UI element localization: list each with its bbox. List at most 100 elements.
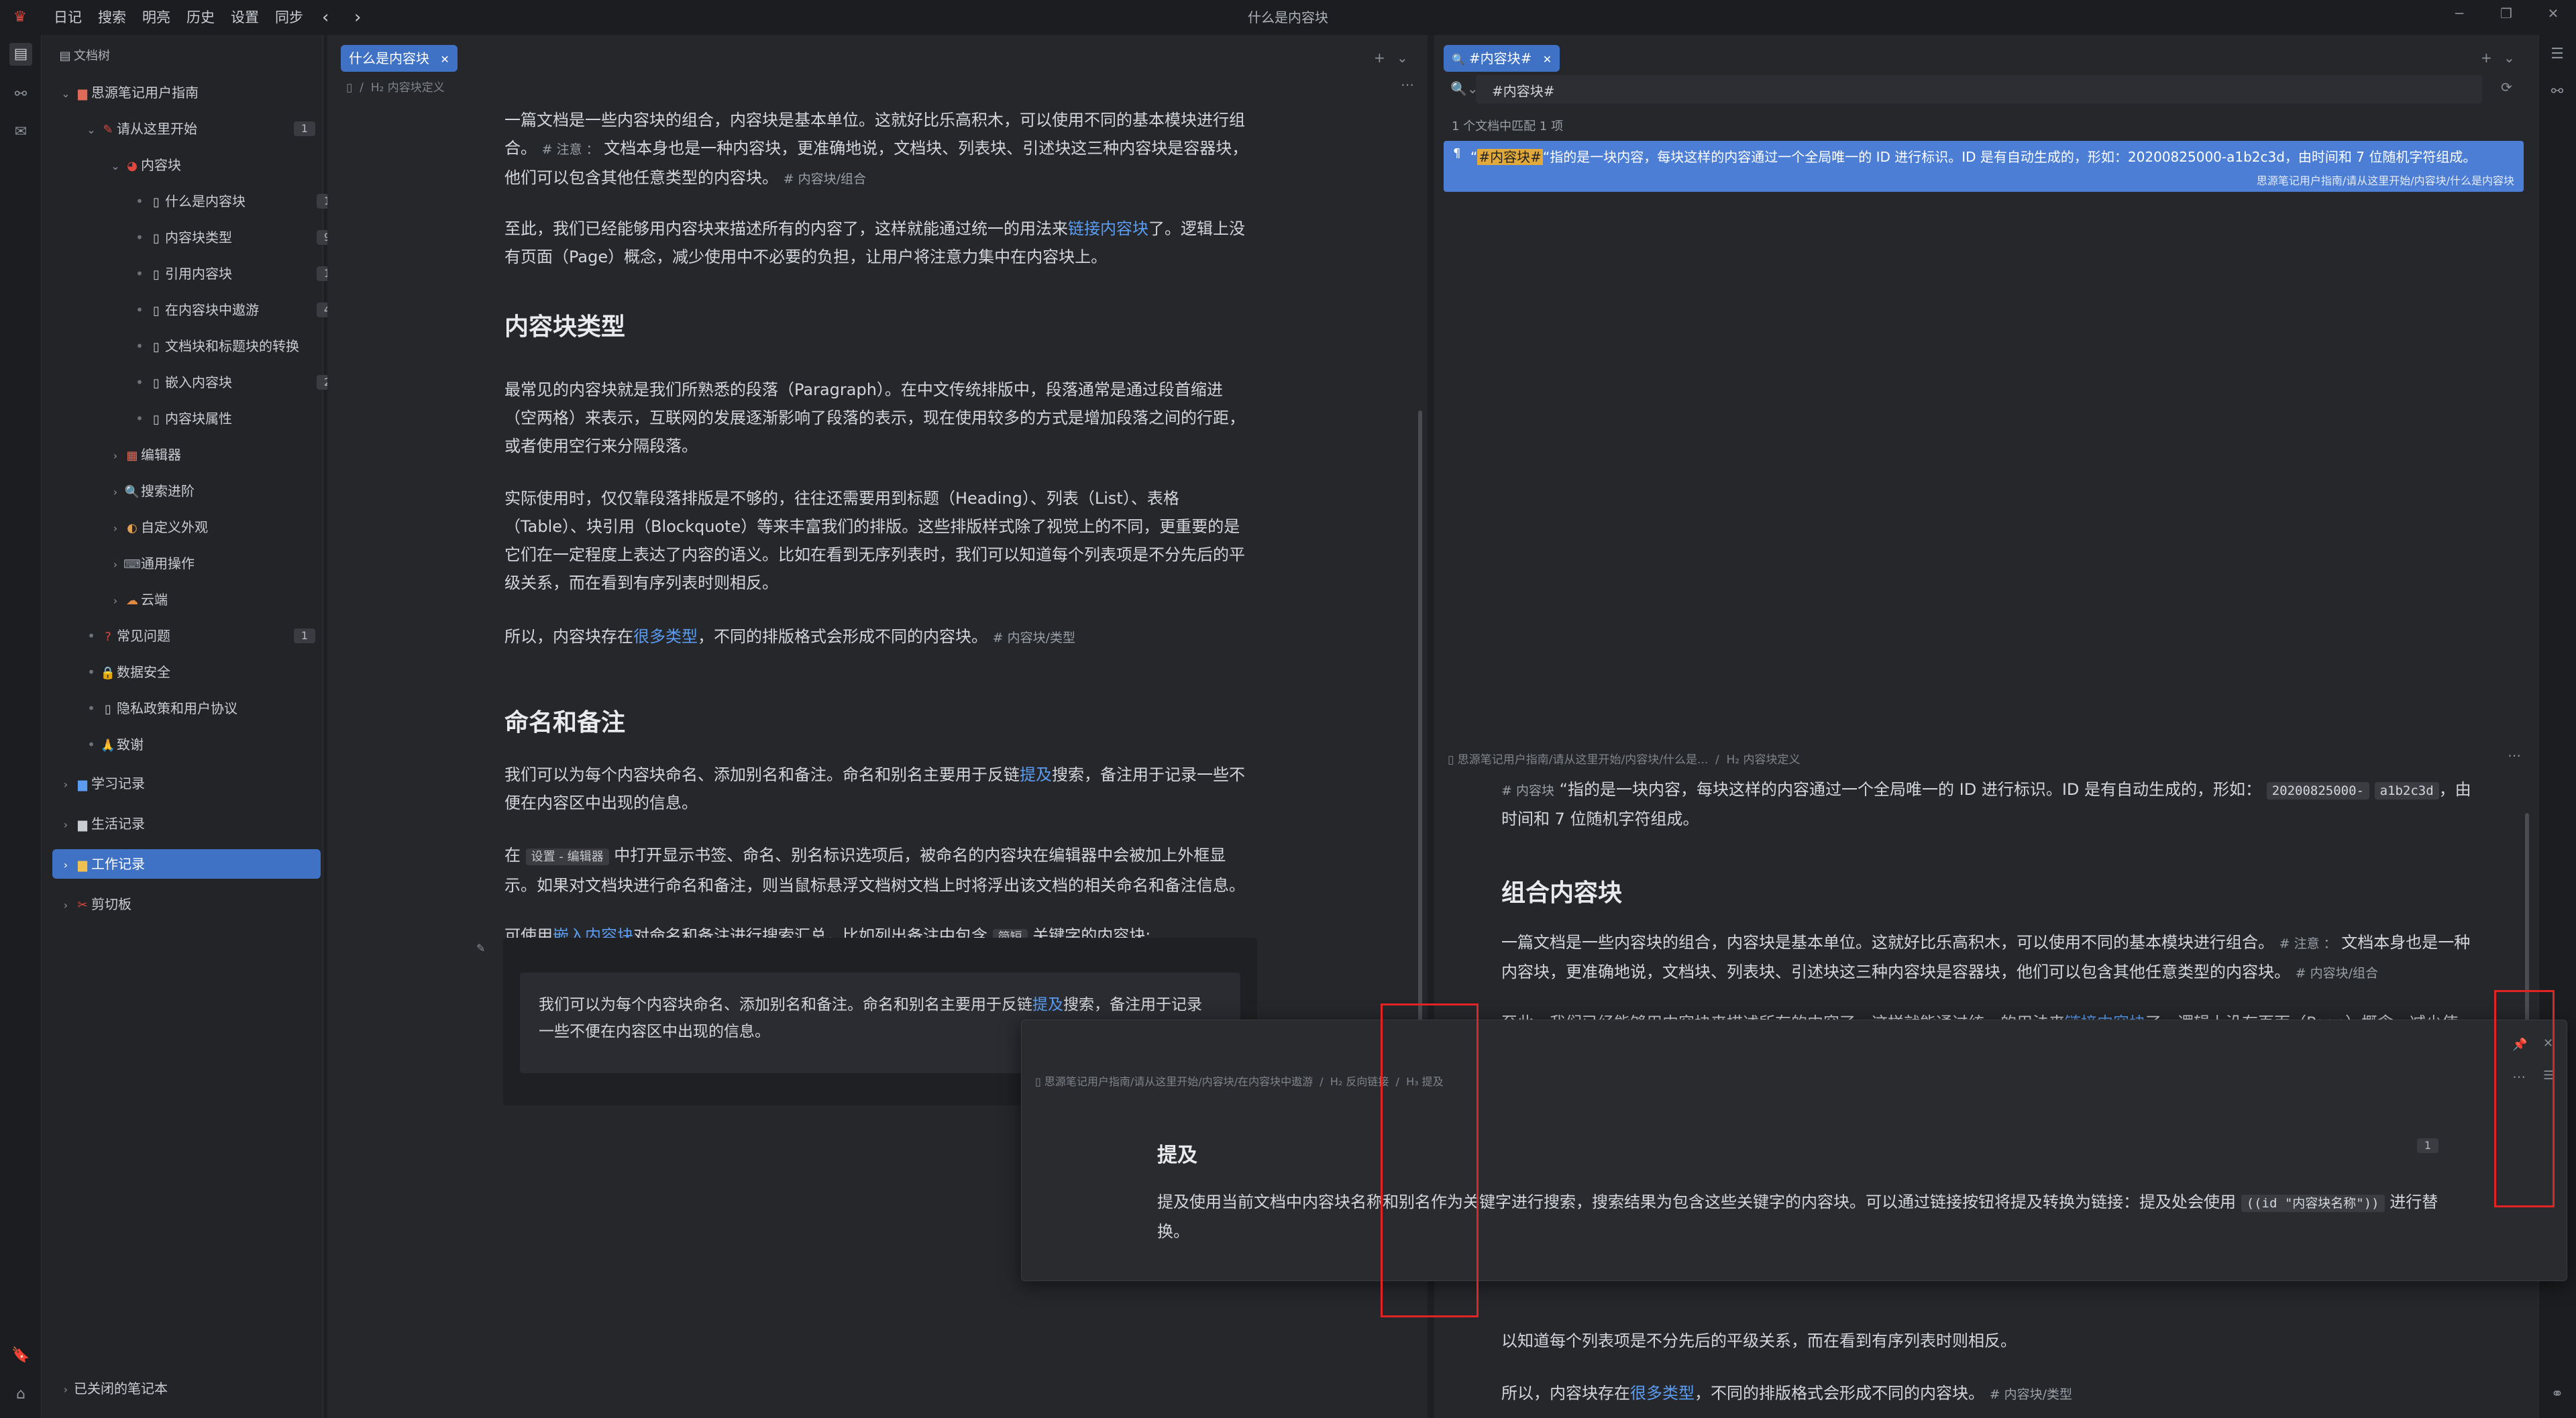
tree-item-ref-block[interactable]: •▯引用内容块1 xyxy=(131,259,349,288)
preview-heading-compose[interactable]: 组合内容块 xyxy=(1501,873,1622,908)
heading-naming[interactable]: 命名和备注 xyxy=(504,703,625,738)
tree-item-editor[interactable]: › ▦ 编辑器 xyxy=(107,440,181,470)
embed-edit-icon[interactable]: ✎ xyxy=(476,942,485,955)
chevron-right-icon[interactable]: › xyxy=(107,550,123,580)
doc-icon: ▯ xyxy=(153,231,160,246)
tree-item-life[interactable]: › ▆ 生活记录 xyxy=(58,809,145,838)
tree-item-cloud[interactable]: › ☁ 云端 xyxy=(107,585,168,614)
breadcrumb[interactable]: ▯ / H₂ 内容块定义 xyxy=(346,78,445,95)
chevron-right-icon[interactable]: › xyxy=(107,586,123,616)
chevron-right-icon[interactable]: › xyxy=(58,770,74,800)
filetree-dock-icon[interactable]: ▤ xyxy=(9,43,32,66)
chevron-right-icon[interactable]: › xyxy=(107,478,123,507)
tree-item-start[interactable]: ⌄ ✎ 请从这里开始 1 xyxy=(83,114,350,144)
close-tab-icon[interactable]: ✕ xyxy=(440,53,449,66)
paragraph-naming-1[interactable]: 我们可以为每个内容块命名、添加别名和备注。命名和别名主要用于反链提及搜索，备注用… xyxy=(504,761,1253,817)
tree-item-block-types[interactable]: •▯内容块类型9 xyxy=(131,223,349,252)
editor-scrollbar[interactable] xyxy=(1418,411,1422,1095)
notebook-icon: ▆ xyxy=(78,87,87,101)
paragraph-naming-2[interactable]: 在 设置 - 编辑器 中打开显示书签、命名、别名标识选项后，被命名的内容块在编辑… xyxy=(504,841,1253,899)
search-result-item[interactable]: ¶ “#内容块# “指的是一块内容，每块这样的内容通过一个全局唯一的 ID 进行标… xyxy=(1444,141,2524,192)
link-embed-mention[interactable]: 提及 xyxy=(1032,996,1063,1014)
paragraph-compose[interactable]: 一篇文档是一些内容块的组合，内容块是基本单位。这就好比乐高积木，可以使用不同的基… xyxy=(504,106,1253,193)
chevron-right-icon[interactable]: › xyxy=(58,1375,74,1405)
tree-item-study[interactable]: › ▆ 学习记录 xyxy=(58,769,145,798)
outline-dock-icon[interactable]: ☰ xyxy=(2546,43,2569,66)
refresh-icon[interactable]: ⟳ xyxy=(2501,79,2512,95)
palette-icon: ◐ xyxy=(127,521,138,535)
chevron-right-icon[interactable]: › xyxy=(107,514,123,543)
hover-popup[interactable]: ▯ 思源笔记用户指南/请从这里开始/内容块/在内容块中遨游 / H₂ 反向链接 … xyxy=(1021,1020,2567,1281)
tree-item-block[interactable]: ⌄ ◕ 内容块 xyxy=(107,150,349,180)
link-mention[interactable]: 提及 xyxy=(1020,765,1052,784)
graph-dock-icon-right[interactable]: ⚯ xyxy=(2546,80,2569,103)
chevron-right-icon[interactable]: › xyxy=(58,891,74,920)
bookmark-dock-icon[interactable]: 🔖 xyxy=(9,1344,32,1367)
tree-item-search-adv[interactable]: › 🔍搜索进阶 xyxy=(107,476,195,506)
heading-block-types[interactable]: 内容块类型 xyxy=(504,307,625,342)
tree-item-embed[interactable]: •▯嵌入内容块2 xyxy=(131,368,349,397)
paragraph-types-3[interactable]: 所以，内容块存在很多类型，不同的排版格式会形成不同的内容块。 # 内容块/类型 xyxy=(504,622,1253,652)
preview-breadcrumb[interactable]: ▯ 思源笔记用户指南/请从这里开始/内容块/什么是... / H₂ 内容块定义 xyxy=(1448,750,1801,767)
tree-item-doc-heading[interactable]: • ▯ 文档块和标题块的转换 xyxy=(131,331,349,361)
chevron-down-icon[interactable]: ⌄ xyxy=(107,152,123,181)
chevron-down-icon[interactable]: ⌄ xyxy=(2504,50,2515,66)
link-ref-block[interactable]: 链接内容块 xyxy=(1068,219,1148,238)
tree-item-work[interactable]: › ▆ 工作记录 xyxy=(52,849,321,879)
tree-item-guide[interactable]: ⌄ ▆ 思源笔记用户指南 xyxy=(58,78,313,107)
search-input[interactable]: #内容块# xyxy=(1476,75,2482,103)
chevron-down-icon[interactable]: ⌄ xyxy=(58,79,74,109)
title-bar: ♛ 日记 搜索 明亮 历史 设置 同步 ‹ › 什么是内容块 ─ ❐ ✕ xyxy=(0,0,2576,35)
popup-heading[interactable]: 提及 xyxy=(1157,1138,1197,1168)
tree-item-general[interactable]: › ⌨通用操作 xyxy=(107,549,195,578)
tree-item-clipboard[interactable]: › ✂ 剪切板 xyxy=(58,889,131,919)
link-many-types[interactable]: 很多类型 xyxy=(633,627,698,646)
keyboard-icon: ⌨ xyxy=(123,557,141,571)
graph-dock-icon[interactable]: ⚯ xyxy=(9,83,32,106)
chevron-down-icon[interactable]: ⌄ xyxy=(1397,50,1408,66)
more-icon[interactable]: ⋯ xyxy=(1401,76,1414,93)
chevron-right-icon[interactable]: › xyxy=(58,851,74,880)
inbox-dock-icon[interactable]: ✉ xyxy=(9,121,32,144)
chevron-down-icon[interactable]: ⌄ xyxy=(83,115,99,145)
maximize-icon[interactable]: ❐ xyxy=(2493,0,2520,27)
minimize-icon[interactable]: ─ xyxy=(2446,0,2473,27)
search-options-icon[interactable]: 🔍⌄ xyxy=(1450,80,1479,97)
close-window-icon[interactable]: ✕ xyxy=(2540,0,2567,27)
close-tab-icon[interactable]: ✕ xyxy=(1543,53,1552,66)
tag-dock-icon[interactable]: ⌂ xyxy=(9,1383,32,1406)
tree-item-thanks[interactable]: • 🙏致谢 xyxy=(83,730,144,759)
tree-item-faq[interactable]: •? 常见问题 1 xyxy=(83,621,350,651)
paragraph-types-2[interactable]: 实际使用时，仅仅靠段落排版是不够的，往往还需要用到标题（Heading）、列表（… xyxy=(504,484,1253,597)
editor-icon: ▦ xyxy=(126,449,138,463)
search-result-text: “#内容块# “指的是一块内容，每块这样的内容通过一个全局唯一的 ID 进行标识。… xyxy=(1470,149,2477,165)
preview-definition[interactable]: # 内容块 “指的是一块内容，每块这样的内容通过一个全局唯一的 ID 进行标识。… xyxy=(1501,775,2474,833)
preview-compose[interactable]: 一篇文档是一些内容块的组合，内容块是基本单位。这就好比乐高积木，可以使用不同的基… xyxy=(1501,928,2474,987)
backlink-dock-icon[interactable]: ⚭ xyxy=(2546,1383,2569,1406)
notebook-icon: ▆ xyxy=(78,777,87,792)
annotation-box-resize-handle xyxy=(1381,1003,1479,1317)
doc-icon: ▯ xyxy=(153,304,160,318)
plus-icon[interactable]: + xyxy=(1374,50,1385,66)
doc-icon: ▯ xyxy=(105,702,111,716)
tree-item-attrs[interactable]: • ▯ 内容块属性 xyxy=(131,404,349,433)
more-icon[interactable]: ⋯ xyxy=(2508,747,2521,763)
plus-icon[interactable]: + xyxy=(2481,50,2492,66)
preview-types[interactable]: 所以，内容块存在很多类型，不同的排版格式会形成不同的内容块。 # 内容块/类型 xyxy=(1501,1379,2474,1409)
paragraph-link-intro[interactable]: 至此，我们已经能够用内容块来描述所有的内容了，这样就能通过统一的用法来链接内容块… xyxy=(504,215,1253,271)
clipboard-icon: ✂ xyxy=(77,898,88,912)
tree-item-what-is-block[interactable]: •▯什么是内容块1 xyxy=(131,186,349,216)
tree-item-roam[interactable]: •▯在内容块中遨游4 xyxy=(131,295,349,325)
chevron-right-icon[interactable]: › xyxy=(58,810,74,840)
tree-item-appearance[interactable]: › ◐ 自定义外观 xyxy=(107,512,208,542)
tree-item-security[interactable]: • 🔒数据安全 xyxy=(83,657,170,687)
closed-notebooks[interactable]: › 已关闭的笔记本 xyxy=(58,1374,168,1403)
popup-paragraph[interactable]: 提及使用当前文档中内容块名称和别名作为关键字进行搜索，搜索结果为包含这些关键字的… xyxy=(1157,1188,2445,1246)
tab-what-is-block[interactable]: 什么是内容块 ✕ xyxy=(341,45,458,72)
paragraph-types-1[interactable]: 最常见的内容块就是我们所熟悉的段落（Paragraph）。在中文传统排版中，段落… xyxy=(504,376,1253,460)
preview-list-note[interactable]: 以知道每个列表项是不分先后的平级关系，而在看到有序列表时则相反。 xyxy=(1501,1327,2474,1355)
filetree-icon: ▤ xyxy=(59,49,71,63)
chevron-right-icon[interactable]: › xyxy=(107,441,123,471)
tree-item-privacy[interactable]: • ▯ 隐私政策和用户协议 xyxy=(83,694,237,723)
tab-search[interactable]: 🔍 #内容块# ✕ xyxy=(1444,45,1560,72)
